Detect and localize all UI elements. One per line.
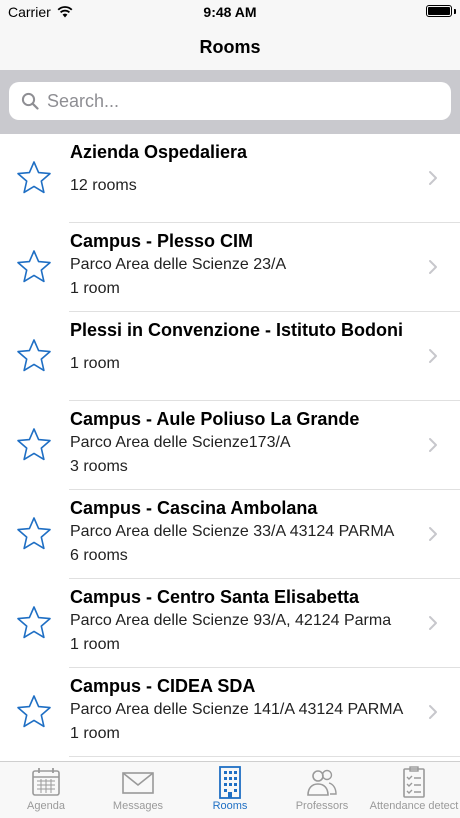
calendar-icon — [32, 768, 60, 796]
room-count: 3 rooms — [70, 458, 128, 475]
room-row[interactable]: Azienda Ospedaliera 12 rooms — [0, 134, 460, 223]
room-count: 12 rooms — [70, 177, 137, 194]
tab-agenda[interactable]: Agenda — [0, 762, 92, 818]
chevron-right-icon — [429, 705, 437, 719]
chevron-right-icon — [429, 527, 437, 541]
tab-label: Messages — [112, 800, 164, 812]
room-address: Parco Area delle Scienze 93/A, 42124 Par… — [70, 612, 392, 629]
room-row[interactable]: Campus - CIDEA SDA Parco Area delle Scien… — [0, 668, 460, 757]
envelope-icon — [122, 772, 154, 794]
room-name: Campus - CIDEA SDA — [70, 676, 256, 696]
room-row[interactable]: Campus - Cascina Ambolana Parco Area dell… — [0, 490, 460, 579]
room-row[interactable]: Plessi in Convenzione - Istituto Bodoni 1… — [0, 312, 460, 401]
tab-label: Professors — [295, 800, 349, 812]
chevron-right-icon — [429, 171, 437, 185]
tab-label: Agenda — [27, 800, 65, 812]
chevron-right-icon — [429, 616, 437, 630]
room-text: Campus - Aule Poliuso La Grande Parco Are… — [70, 407, 420, 479]
favorite-star-icon[interactable] — [16, 427, 52, 463]
room-name: Campus - Aule Poliuso La Grande — [70, 409, 360, 429]
room-count: 1 room — [70, 280, 120, 297]
room-row[interactable]: Campus - Plesso CIM Parco Area delle Scie… — [0, 223, 460, 312]
status-bar: Carrier 9:48 AM — [0, 0, 460, 24]
favorite-star-icon[interactable] — [16, 605, 52, 641]
battery-cap — [454, 9, 456, 14]
tab-bar: Agenda Messages Rooms Professors Attendance … — [0, 761, 460, 818]
room-name: Campus - Plesso CIM — [70, 231, 254, 251]
room-address: Parco Area delle Scienze 23/A — [70, 256, 287, 273]
room-count: 1 room — [70, 636, 120, 653]
chevron-right-icon — [429, 349, 437, 363]
row-divider — [69, 756, 460, 757]
chevron-right-icon — [429, 438, 437, 452]
search-icon — [21, 92, 39, 110]
page-title: Rooms — [199, 37, 261, 57]
room-address: Parco Area delle Scienze 141/A 43124 PAR… — [70, 701, 404, 718]
tab-attendance-detect[interactable]: Attendance detect — [368, 762, 460, 818]
room-count: 6 rooms — [70, 547, 128, 564]
room-name: Plessi in Convenzione - Istituto Bodoni — [70, 320, 404, 340]
room-count: 1 room — [70, 725, 120, 742]
tab-professors[interactable]: Professors — [276, 762, 368, 818]
room-row[interactable]: Campus - Centro Santa Elisabetta Parco Ar… — [0, 579, 460, 668]
search-field[interactable] — [9, 82, 451, 120]
checklist-icon — [403, 766, 425, 798]
search-input[interactable] — [45, 89, 429, 113]
rooms-list: Azienda Ospedaliera 12 rooms Campus - Ples… — [0, 134, 460, 762]
favorite-star-icon[interactable] — [16, 160, 52, 196]
favorite-star-icon[interactable] — [16, 694, 52, 730]
room-text: Plessi in Convenzione - Istituto Bodoni 1… — [70, 318, 420, 376]
room-text: Azienda Ospedaliera 12 rooms — [70, 140, 420, 198]
status-time: 9:48 AM — [203, 4, 257, 20]
room-text: Campus - Plesso CIM Parco Area delle Scie… — [70, 229, 420, 301]
room-text: Campus - Cascina Ambolana Parco Area dell… — [70, 496, 420, 568]
battery-icon — [426, 5, 452, 17]
room-count: 1 room — [70, 355, 120, 372]
room-name: Campus - Centro Santa Elisabetta — [70, 587, 360, 607]
room-row[interactable]: Campus - Aule Poliuso La Grande Parco Are… — [0, 401, 460, 490]
tab-label: Rooms — [212, 800, 248, 812]
room-text: Campus - Centro Santa Elisabetta Parco Ar… — [70, 585, 420, 657]
tab-label: Attendance detect — [369, 800, 459, 812]
people-icon — [307, 769, 337, 796]
favorite-star-icon[interactable] — [16, 338, 52, 374]
room-name: Azienda Ospedaliera — [70, 142, 248, 162]
search-bar — [0, 70, 460, 134]
favorite-star-icon[interactable] — [16, 516, 52, 552]
chevron-right-icon — [429, 260, 437, 274]
building-icon — [219, 766, 241, 799]
room-address: Parco Area delle Scienze 33/A 43124 PARM… — [70, 523, 395, 540]
tab-rooms[interactable]: Rooms — [184, 762, 276, 818]
favorite-star-icon[interactable] — [16, 249, 52, 285]
tab-messages[interactable]: Messages — [92, 762, 184, 818]
navigation-bar: Rooms — [0, 24, 460, 70]
room-name: Campus - Cascina Ambolana — [70, 498, 318, 518]
room-text: Campus - CIDEA SDA Parco Area delle Scien… — [70, 674, 420, 746]
room-address: Parco Area delle Scienze173/A — [70, 434, 291, 451]
